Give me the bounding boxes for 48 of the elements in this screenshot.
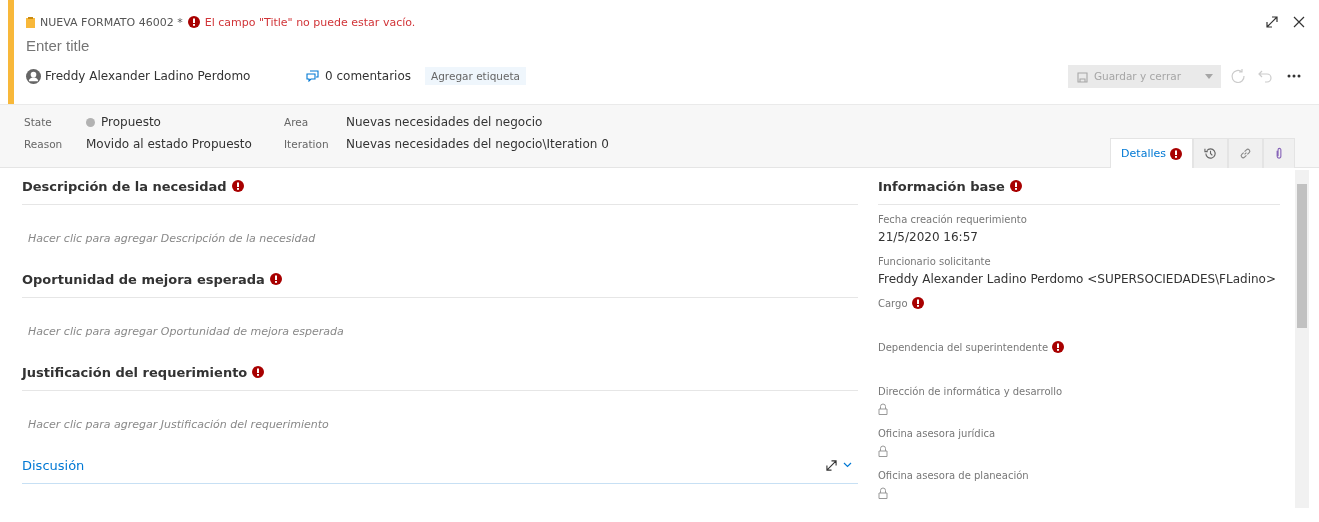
field-value[interactable]: Nuevas necesidades del negocio\Iteration 0 [346,137,609,151]
links-tab[interactable] [1228,138,1263,168]
rich-text-field[interactable]: Hacer clic para agregar Oportunidad de mejora esperada [22,298,858,354]
comments-button[interactable]: 0 comentarios [306,69,411,83]
attachments-tab[interactable] [1263,138,1295,168]
rich-text-field[interactable]: Hacer clic para agregar Justificación del requerimiento [22,391,858,447]
link-icon [1239,147,1252,160]
section-title: Discusión [22,457,86,473]
assigned-user[interactable]: Freddy Alexander Ladino Perdomo [45,69,251,83]
field-label: Funcionario solicitante [878,255,991,267]
expand-icon[interactable] [826,459,837,471]
expand-icon[interactable] [1266,16,1278,28]
field-label: Dirección de informática y desarrollo [878,385,1063,397]
field-label: Iteration [284,138,330,150]
paperclip-icon [1274,147,1284,160]
field-label: Area [284,116,310,128]
field-value[interactable]: Propuesto [101,115,161,129]
error-icon [187,16,200,28]
user-avatar-icon [26,68,41,84]
caret-icon [1205,73,1213,79]
details-tab[interactable]: Detalles [1110,138,1193,168]
field-label: Fecha creación requerimiento [878,213,1027,225]
clipboard-icon [26,16,35,28]
field-value[interactable]: Freddy Alexander Ladino Perdomo <SUPERSOCIEDADES\FLadino> [878,272,1276,286]
section-title: Descripción de la necesidad [22,178,227,194]
scrollbar[interactable] [1295,170,1309,508]
field-value[interactable]: Movido al estado Propuesto [86,137,252,151]
field-value[interactable]: Nuevas necesidades del negocio [346,115,543,129]
close-icon[interactable] [1293,16,1305,28]
error-message: El campo "Title" no puede estar vacío. [204,15,416,29]
field-label: Dependencia del superintendente [878,341,1049,353]
field-label: Oficina asesora de planeación [878,469,1029,481]
history-icon [1204,147,1217,160]
field-label: Cargo [878,297,908,309]
history-tab[interactable] [1193,138,1228,168]
section-title: Oportunidad de mejora esperada [22,271,265,287]
add-tag-button[interactable]: Agregar etiqueta [425,67,526,85]
chevron-down-icon[interactable] [843,462,852,468]
field-label: Reason [24,138,64,150]
field-label: State [24,116,53,128]
field-value[interactable]: 21/5/2020 16:57 [878,230,978,244]
field-label: Oficina asesora jurídica [878,427,996,439]
section-title: Información base [878,178,1005,194]
rich-text-field[interactable]: Hacer clic para agregar Descripción de la necesidad [22,205,858,261]
comments-icon [306,70,319,82]
work-item-label: NUEVA FORMATO 46002 * [40,15,183,29]
save-icon [1075,69,1089,83]
section-title: Justificación del requerimiento [22,364,248,380]
